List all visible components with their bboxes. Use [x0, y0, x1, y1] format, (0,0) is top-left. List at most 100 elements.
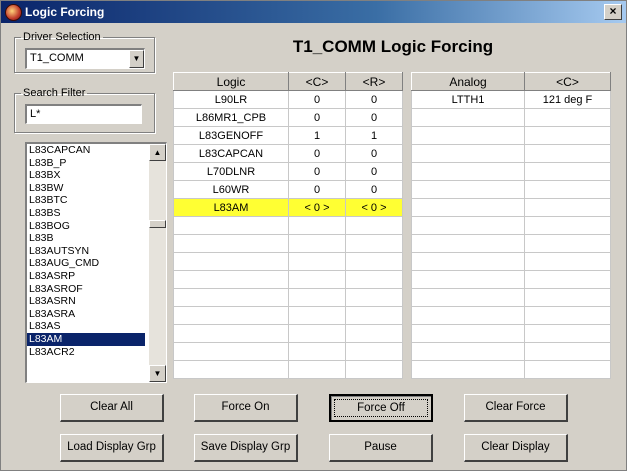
table-cell: L83GENOFF	[173, 126, 289, 145]
list-item[interactable]: L83B_P	[27, 157, 145, 170]
table-row[interactable]	[411, 198, 611, 217]
signal-listbox[interactable]: L83CAPCAN L83B_P L83BX L83BW L83BTC L83BS L83B…	[25, 142, 167, 383]
driver-selection-combo[interactable]: T1_COMM ▼	[25, 48, 145, 69]
table-cell	[345, 324, 403, 343]
table-row[interactable]	[411, 144, 611, 163]
list-item[interactable]: L83BX	[27, 169, 145, 182]
table-cell	[524, 162, 611, 181]
table-cell	[173, 288, 289, 307]
table-row[interactable]: L86MR1_CPB 0 0	[173, 108, 403, 127]
driver-selection-label: Driver Selection	[23, 31, 101, 43]
clear-all-button[interactable]: Clear All	[60, 394, 164, 422]
table-row[interactable]: L83GENOFF 1 1	[173, 126, 403, 145]
list-item[interactable]: L83BOG	[27, 220, 145, 233]
force-on-button[interactable]: Force On	[194, 394, 298, 422]
table-cell	[411, 288, 525, 307]
list-item[interactable]: L83ASRA	[27, 308, 145, 321]
table-cell	[288, 324, 346, 343]
force-off-label: Force Off	[334, 399, 428, 417]
table-row[interactable]: L70DLNR 0 0	[173, 162, 403, 181]
table-row[interactable]	[411, 306, 611, 325]
list-item[interactable]: L83AS	[27, 320, 145, 333]
table-cell: L83AM	[173, 198, 289, 217]
table-cell: 1	[288, 126, 346, 145]
table-cell: L86MR1_CPB	[173, 108, 289, 127]
list-item[interactable]: L83CAPCAN	[27, 144, 145, 157]
table-row[interactable]	[173, 216, 403, 235]
table-row[interactable]	[411, 342, 611, 361]
table-row[interactable]: L83CAPCAN 0 0	[173, 144, 403, 163]
table-row[interactable]	[411, 108, 611, 127]
table-row[interactable]	[173, 234, 403, 253]
table-cell	[173, 252, 289, 271]
table-cell: 0	[288, 162, 346, 181]
list-item[interactable]: L83BW	[27, 182, 145, 195]
table-row[interactable]	[173, 342, 403, 361]
column-header[interactable]: Logic	[173, 72, 289, 91]
table-row[interactable]	[173, 360, 403, 379]
list-scrollbar[interactable]: ▲ ▼	[149, 144, 166, 382]
table-row[interactable]	[411, 324, 611, 343]
table-cell	[524, 288, 611, 307]
clear-force-button[interactable]: Clear Force	[464, 394, 568, 422]
table-cell	[411, 306, 525, 325]
table-row[interactable]: LTTH1 121 deg F	[411, 90, 611, 109]
list-item[interactable]: L83AM	[27, 332, 145, 346]
page-title: T1_COMM Logic Forcing	[292, 37, 494, 56]
scroll-up-icon[interactable]: ▲	[149, 144, 166, 161]
table-row[interactable]	[411, 234, 611, 253]
load-display-grp-button[interactable]: Load Display Grp	[60, 434, 164, 462]
column-header[interactable]: <C>	[524, 72, 611, 91]
column-header[interactable]: <C>	[288, 72, 346, 91]
save-display-grp-button[interactable]: Save Display Grp	[194, 434, 298, 462]
table-cell	[345, 288, 403, 307]
table-cell	[524, 270, 611, 289]
table-row[interactable]	[411, 270, 611, 289]
table-row[interactable]: L90LR 0 0	[173, 90, 403, 109]
table-row[interactable]: L83AM < 0 > < 0 >	[173, 198, 403, 217]
table-cell: L90LR	[173, 90, 289, 109]
table-cell	[524, 126, 611, 145]
list-item[interactable]: L83AUTSYN	[27, 245, 145, 258]
list-item[interactable]: L83ACR2	[27, 346, 145, 359]
pause-button[interactable]: Pause	[329, 434, 433, 462]
table-row[interactable]	[173, 252, 403, 271]
window-title: Logic Forcing	[25, 5, 105, 19]
table-row[interactable]	[173, 306, 403, 325]
table-cell	[345, 342, 403, 361]
table-cell: 0	[345, 90, 403, 109]
list-item[interactable]: L83B	[27, 232, 145, 245]
table-cell	[411, 324, 525, 343]
table-row[interactable]	[411, 126, 611, 145]
clear-display-button[interactable]: Clear Display	[464, 434, 568, 462]
column-header[interactable]: Analog	[411, 72, 525, 91]
table-row[interactable]	[411, 360, 611, 379]
logic-forcing-window: Logic Forcing × Driver Selection T1_COMM…	[0, 0, 627, 471]
table-row[interactable]	[411, 162, 611, 181]
table-row[interactable]	[411, 180, 611, 199]
table-row[interactable]	[411, 216, 611, 235]
list-item[interactable]: L83ASROF	[27, 283, 145, 296]
search-filter-input[interactable]: L*	[25, 104, 142, 124]
table-cell	[524, 216, 611, 235]
list-item[interactable]: L83BTC	[27, 194, 145, 207]
table-row[interactable]: L60WR 0 0	[173, 180, 403, 199]
scroll-down-icon[interactable]: ▼	[149, 365, 166, 382]
table-row[interactable]	[411, 288, 611, 307]
column-header[interactable]: <R>	[345, 72, 403, 91]
force-off-button[interactable]: Force Off	[329, 394, 433, 422]
chevron-down-icon[interactable]: ▼	[129, 50, 144, 68]
close-button[interactable]: ×	[604, 4, 622, 20]
table-row[interactable]	[411, 252, 611, 271]
table-cell	[411, 216, 525, 235]
scroll-thumb[interactable]	[149, 220, 166, 228]
table-row[interactable]	[173, 288, 403, 307]
table-cell	[288, 270, 346, 289]
list-item[interactable]: L83AUG_CMD	[27, 257, 145, 270]
list-item[interactable]: L83BS	[27, 207, 145, 220]
list-item[interactable]: L83ASRP	[27, 270, 145, 283]
table-cell: 0	[288, 144, 346, 163]
table-row[interactable]	[173, 324, 403, 343]
list-item[interactable]: L83ASRN	[27, 295, 145, 308]
table-row[interactable]	[173, 270, 403, 289]
